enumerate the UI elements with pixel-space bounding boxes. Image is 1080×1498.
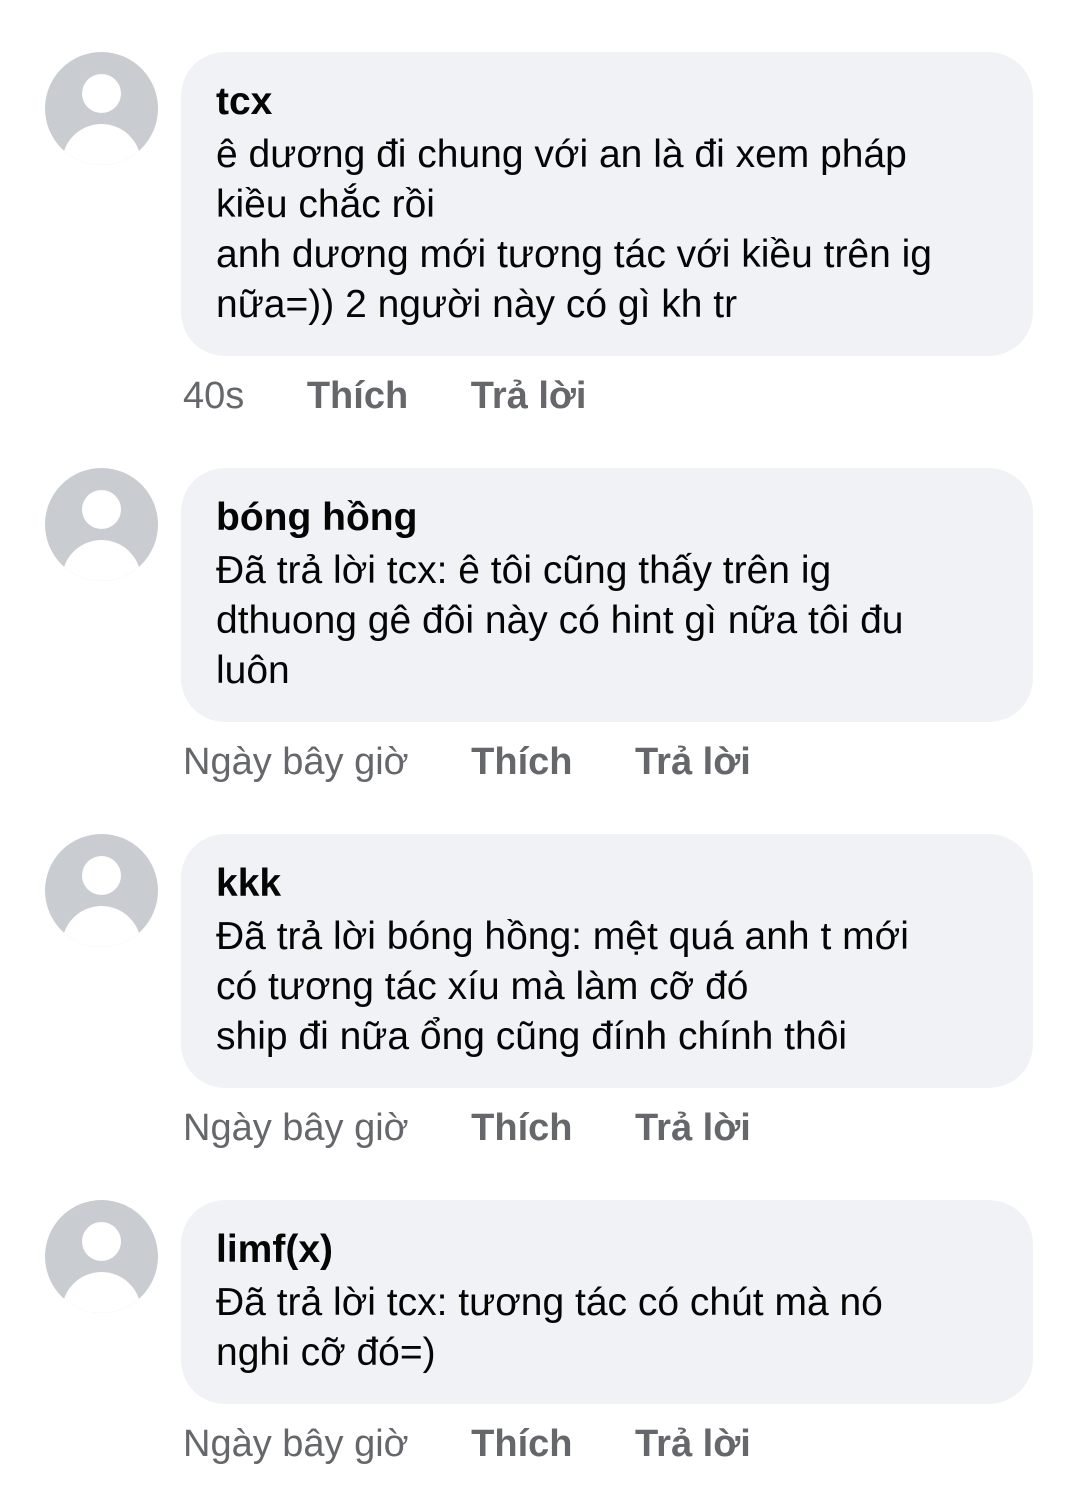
reply-button[interactable]: Trả lời <box>635 1106 751 1150</box>
comment-actions: Ngày bây giờ Thích Trả lời <box>183 1422 751 1466</box>
comment-text-line: anh dương mới tương tác với kiều trên ig <box>216 233 932 276</box>
comment-text-line: dthuong gê đôi này có hint gì nữa tôi đu <box>216 599 904 642</box>
avatar-body-icon <box>62 1272 141 1313</box>
like-button[interactable]: Thích <box>307 374 408 418</box>
avatar-head-icon <box>82 856 121 895</box>
reply-button[interactable]: Trả lời <box>471 374 587 418</box>
comment-text-line: ship đi nữa ổng cũng đính chính thôi <box>216 1015 848 1058</box>
comment-timestamp: Ngày bây giờ <box>183 1423 409 1465</box>
avatar-head-icon <box>82 1222 121 1261</box>
comment-text-line: Đã trả lời tcx: ê tôi cũng thấy trên ig <box>216 549 832 592</box>
comment-author[interactable]: limf(x) <box>216 1228 1003 1272</box>
comment-actions: Ngày bây giờ Thích Trả lời <box>183 1106 751 1150</box>
comment-bubble: tcx ê dương đi chung với an là đi xem ph… <box>181 52 1033 356</box>
comment-text-line: nữa=)) 2 người này có gì kh tr <box>216 283 738 326</box>
reply-button[interactable]: Trả lời <box>635 740 751 784</box>
comment-text-line: Đã trả lời tcx: tương tác có chút mà nó <box>216 1281 883 1324</box>
comment-timestamp: Ngày bây giờ <box>183 741 409 783</box>
like-button[interactable]: Thích <box>471 1422 572 1466</box>
comment-actions: 40s Thích Trả lời <box>183 374 586 418</box>
comment-timestamp: Ngày bây giờ <box>183 1107 409 1149</box>
comment-author[interactable]: bóng hồng <box>216 496 1003 540</box>
comment-text-line: nghi cỡ đó=) <box>216 1331 436 1374</box>
comment-timestamp: 40s <box>183 375 245 417</box>
avatar-body-icon <box>62 540 141 581</box>
comment-text: Đã trả lời tcx: ê tôi cũng thấy trên ig … <box>216 546 1003 696</box>
comment-bubble: kkk Đã trả lời bóng hồng: mệt quá anh t … <box>181 834 1033 1088</box>
avatar-head-icon <box>82 490 121 529</box>
avatar-body-icon <box>62 124 141 165</box>
avatar[interactable] <box>45 1200 158 1313</box>
like-button[interactable]: Thích <box>471 740 572 784</box>
comment-bubble: limf(x) Đã trả lời tcx: tương tác có chú… <box>181 1200 1033 1404</box>
avatar[interactable] <box>45 834 158 947</box>
like-button[interactable]: Thích <box>471 1106 572 1150</box>
avatar-body-icon <box>62 906 141 947</box>
comment-text: Đã trả lời tcx: tương tác có chút mà nó … <box>216 1278 1003 1378</box>
avatar-head-icon <box>82 74 121 113</box>
avatar[interactable] <box>45 52 158 165</box>
comment-text-line: Đã trả lời bóng hồng: mệt quá anh t mới <box>216 915 909 958</box>
comment-text: Đã trả lời bóng hồng: mệt quá anh t mới … <box>216 912 1003 1062</box>
avatar[interactable] <box>45 468 158 581</box>
comment-text-line: ê dương đi chung với an là đi xem pháp <box>216 133 907 176</box>
comment-actions: Ngày bây giờ Thích Trả lời <box>183 740 751 784</box>
reply-button[interactable]: Trả lời <box>635 1422 751 1466</box>
comment-author[interactable]: kkk <box>216 862 1003 906</box>
comment-text-line: luôn <box>216 649 290 692</box>
comment-bubble: bóng hồng Đã trả lời tcx: ê tôi cũng thấ… <box>181 468 1033 722</box>
comment-text-line: kiều chắc rồi <box>216 183 435 226</box>
comment-text-line: có tương tác xíu mà làm cỡ đó <box>216 965 749 1008</box>
comment-author[interactable]: tcx <box>216 80 1003 124</box>
comment-text: ê dương đi chung với an là đi xem pháp k… <box>216 130 1003 330</box>
